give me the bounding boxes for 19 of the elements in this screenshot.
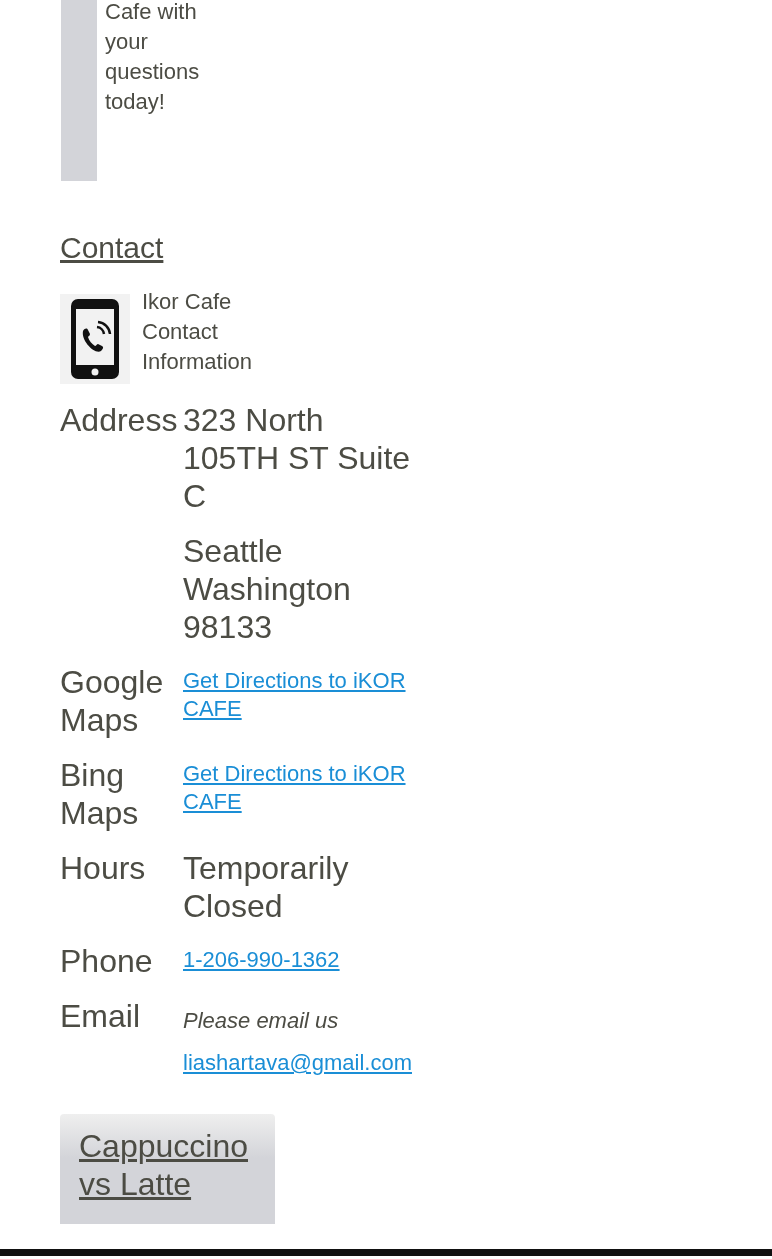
field-label: Phone	[60, 942, 154, 980]
field-value: Temporarily Closed	[183, 849, 350, 925]
field-label: Bing Maps	[60, 756, 140, 832]
field-label: Address	[60, 401, 179, 440]
field-label: Email	[60, 997, 141, 1036]
image-caption: Ikor Cafe Contact Information	[142, 288, 254, 376]
intro-text: Cafe with your questions today!	[105, 0, 201, 116]
phone-icon	[60, 294, 130, 384]
directions-link[interactable]: Get Directions to iKOR CAFE	[183, 667, 423, 723]
field-label: Hours	[60, 849, 147, 888]
email-note: Please email us	[183, 1007, 340, 1035]
field-label: Google Maps	[60, 663, 165, 739]
field-value: 323 North 105TH ST Suite C	[183, 401, 412, 515]
directions-link[interactable]: Get Directions to iKOR CAFE	[183, 760, 423, 816]
field-value: Seattle Washington 98133	[183, 532, 352, 646]
directions-link[interactable]: liashartava@gmail.com	[183, 1049, 423, 1077]
article-title[interactable]: Cappuccino vs Latte	[79, 1127, 256, 1203]
contact-heading[interactable]: Contact	[60, 225, 164, 270]
directions-link[interactable]: 1-206-990-1362	[183, 946, 423, 974]
